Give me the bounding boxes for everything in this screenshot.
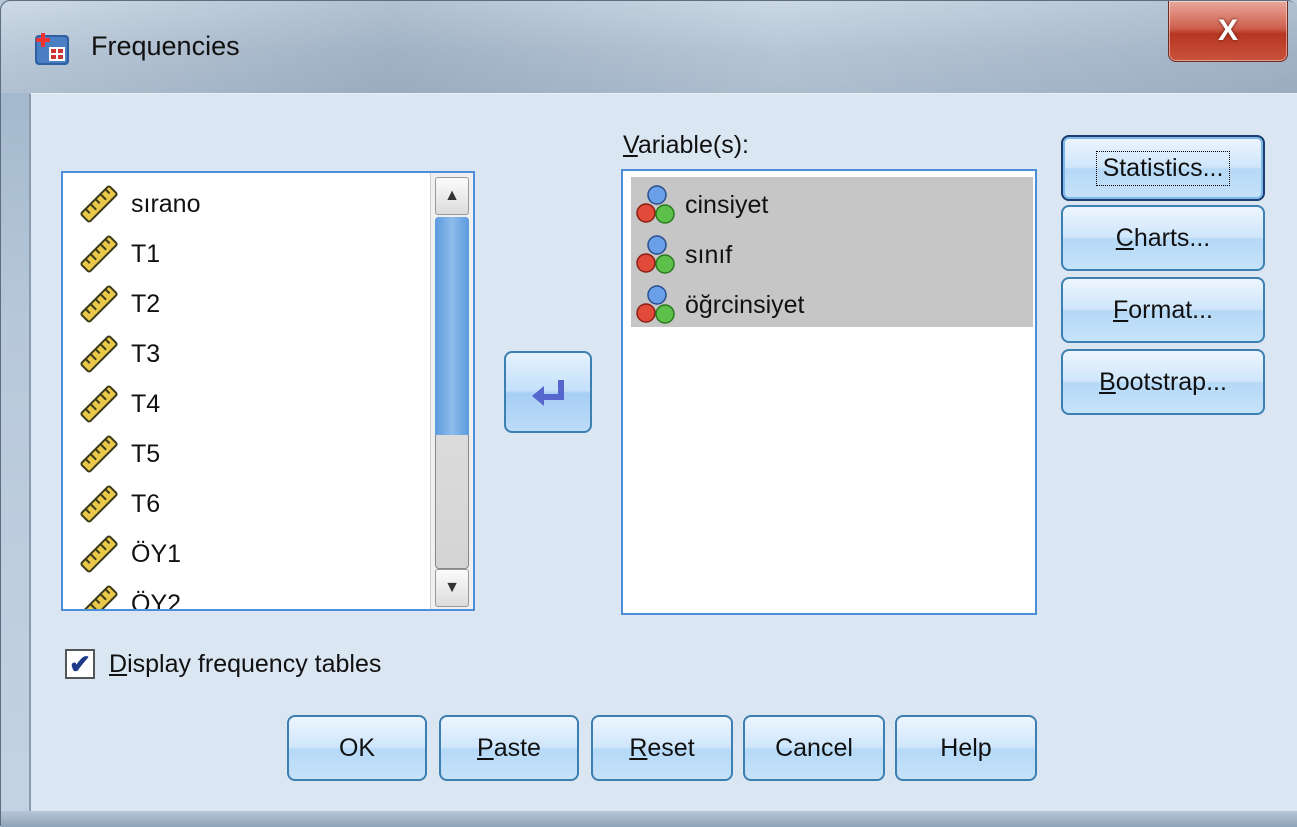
source-list-item-label: T3: [131, 339, 161, 368]
format-button[interactable]: Format...: [1061, 277, 1265, 343]
source-list-item[interactable]: T5: [77, 431, 160, 477]
cancel-label: Cancel: [775, 733, 853, 762]
reset-label: Reset: [629, 734, 694, 763]
scroll-down-arrow-icon: ▼: [444, 579, 460, 596]
scale-ruler-icon: [77, 582, 131, 609]
source-list-item[interactable]: sırano: [77, 181, 200, 227]
checkmark-icon: ✔: [69, 648, 91, 679]
source-list-item[interactable]: ÖY2: [77, 581, 182, 611]
source-list-item[interactable]: T4: [77, 381, 160, 427]
paste-label: Paste: [477, 734, 541, 763]
source-list-item[interactable]: ÖY1: [77, 531, 181, 577]
variables-label-mnemonic: V: [623, 131, 638, 159]
ok-button[interactable]: OK: [287, 715, 427, 781]
display-frequency-tables-label: Display frequency tables: [109, 650, 381, 679]
title-bar[interactable]: Frequencies X: [1, 1, 1297, 93]
close-button[interactable]: X: [1168, 1, 1288, 62]
vertical-scrollbar[interactable]: ▲ ▼: [430, 173, 473, 609]
bootstrap-text: ootstrap...: [1115, 367, 1227, 396]
nominal-variable-icon: [635, 284, 685, 326]
paste-mnemonic: P: [477, 733, 494, 762]
help-label: Help: [940, 733, 992, 762]
source-list-item-label: sırano: [131, 189, 201, 218]
source-variable-list[interactable]: sırano T1 T2 T3 T4 T5 T6 ÖY1 ÖY2 ▲ ▼: [61, 171, 475, 611]
format-mnemonic: F: [1112, 295, 1129, 324]
cancel-button[interactable]: Cancel: [743, 715, 885, 781]
window-bottom-border: [1, 811, 1297, 827]
target-list-item-label: cinsiyet: [685, 190, 769, 219]
target-variable-list[interactable]: cinsiyet sınıf öğrcinsiyet: [621, 169, 1037, 615]
bootstrap-label: Bootstrap...: [1099, 368, 1227, 397]
scale-ruler-icon: [77, 482, 131, 526]
source-list-item[interactable]: T2: [77, 281, 160, 327]
display-frequency-tables-checkbox[interactable]: ✔: [65, 649, 95, 679]
spss-app-icon: [35, 33, 69, 65]
variables-label: Variable(s):: [623, 131, 749, 160]
scale-ruler-icon: [77, 332, 131, 376]
close-icon: X: [1217, 14, 1238, 47]
charts-text: harts...: [1133, 223, 1211, 252]
bootstrap-mnemonic: B: [1099, 367, 1116, 396]
target-list-item[interactable]: sınıf: [635, 231, 732, 279]
statistics-label: Statistics...: [1095, 150, 1231, 186]
format-text: ormat...: [1128, 295, 1214, 324]
window-title: Frequencies: [91, 31, 240, 61]
variables-label-text: ariable(s):: [637, 131, 749, 159]
target-list-item[interactable]: öğrcinsiyet: [635, 281, 805, 329]
scale-ruler-icon: [77, 282, 131, 326]
frequencies-dialog: Frequencies X sırano T1 T2 T3 T4 T5 T6 ÖY1 ÖY2 ▲…: [0, 0, 1297, 827]
charts-mnemonic: C: [1115, 223, 1134, 252]
display-text: isplay frequency tables: [127, 649, 382, 678]
target-list-item-label: sınıf: [685, 240, 733, 269]
move-variable-button[interactable]: [504, 351, 592, 433]
target-list-item-label: öğrcinsiyet: [685, 290, 805, 319]
statistics-button[interactable]: Statistics...: [1061, 135, 1265, 201]
scale-ruler-icon: [77, 232, 131, 276]
source-list-item[interactable]: T1: [77, 231, 160, 277]
format-label: Format...: [1113, 296, 1213, 325]
nominal-variable-icon: [635, 184, 685, 226]
paste-text: aste: [493, 733, 541, 762]
charts-button[interactable]: Charts...: [1061, 205, 1265, 271]
move-arrow-icon: [532, 380, 564, 406]
reset-button[interactable]: Reset: [591, 715, 733, 781]
source-list-item-label: ÖY1: [131, 539, 182, 568]
source-list-item[interactable]: T3: [77, 331, 160, 377]
source-list-item[interactable]: T6: [77, 481, 160, 527]
ok-label: OK: [338, 733, 376, 762]
scale-ruler-icon: [77, 382, 131, 426]
reset-mnemonic: R: [629, 733, 648, 762]
source-list-item-label: T6: [131, 489, 161, 518]
scale-ruler-icon: [77, 432, 131, 476]
display-frequency-tables-option[interactable]: ✔ Display frequency tables: [65, 649, 381, 679]
source-list-item-label: T1: [131, 239, 161, 268]
nominal-variable-icon: [635, 234, 685, 276]
reset-text: eset: [647, 733, 695, 762]
charts-label: Charts...: [1116, 224, 1210, 253]
scale-ruler-icon: [77, 182, 131, 226]
scale-ruler-icon: [77, 532, 131, 576]
target-list-item[interactable]: cinsiyet: [635, 181, 768, 229]
scroll-up-button[interactable]: ▲: [435, 177, 469, 215]
source-list-item-label: T4: [131, 389, 161, 418]
display-mnemonic: D: [109, 649, 128, 678]
scroll-down-button[interactable]: ▼: [435, 569, 469, 607]
scroll-thumb[interactable]: [435, 217, 469, 435]
paste-button[interactable]: Paste: [439, 715, 579, 781]
scroll-up-arrow-icon: ▲: [444, 187, 460, 204]
source-list-item-label: T2: [131, 289, 161, 318]
source-list-item-label: ÖY2: [131, 589, 182, 611]
bootstrap-button[interactable]: Bootstrap...: [1061, 349, 1265, 415]
help-button[interactable]: Help: [895, 715, 1037, 781]
source-list-item-label: T5: [131, 439, 161, 468]
